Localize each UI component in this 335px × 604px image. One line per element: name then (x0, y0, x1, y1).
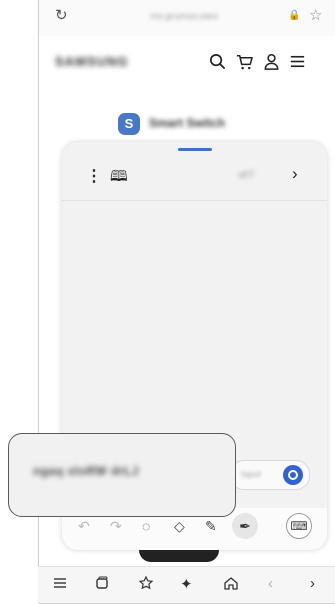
search-icon[interactable] (207, 51, 227, 71)
url-bar: ↻ mo.gnumos.eara 🔒 ☆ (39, 0, 335, 36)
redo-icon[interactable]: ↷ (110, 518, 122, 535)
smart-switch-logo: S (118, 113, 140, 135)
keyboard-icon[interactable]: ⌨ (286, 513, 312, 539)
input-hint: Iaput (241, 469, 262, 479)
smart-switch-banner[interactable]: S Smart Switch (39, 110, 335, 138)
site-header: SAMSUNG (39, 44, 335, 80)
smart-switch-label: Smart Switch (149, 116, 226, 130)
drag-handle[interactable] (178, 148, 212, 151)
notes-title: ol/T (238, 170, 255, 181)
notes-header: ⋮ 🕮 ol/T › (62, 156, 327, 201)
site-logo[interactable]: SAMSUNG (55, 54, 128, 69)
menu-icon[interactable] (52, 575, 68, 595)
lock-icon: 🔒 (288, 10, 301, 21)
user-icon[interactable] (261, 51, 281, 71)
browser-nav-bar: ✦ ‹ › (38, 566, 335, 603)
url-text[interactable]: mo.gnumos.eara (109, 11, 259, 23)
tabs-icon[interactable] (94, 575, 110, 595)
book-icon[interactable]: 🕮 (110, 166, 128, 191)
back-icon[interactable]: ‹ (268, 575, 273, 592)
star-icon[interactable]: ☆ (309, 6, 322, 24)
menu-icon[interactable] (287, 51, 307, 71)
reload-icon[interactable]: ↻ (55, 6, 68, 24)
callout-text: ngaq sloRW drLJ (33, 464, 139, 478)
more-options-icon[interactable]: ⋮ (86, 166, 102, 186)
eraser-icon[interactable]: ◇ (174, 518, 185, 535)
notes-input[interactable]: Iaput (230, 460, 310, 490)
pen-icon[interactable]: ✒ (232, 513, 258, 539)
lasso-icon[interactable]: ◌ (142, 518, 150, 534)
undo-icon[interactable]: ↶ (78, 518, 90, 535)
forward-icon[interactable]: › (310, 575, 315, 592)
highlight-callout: ngaq sloRW drLJ (8, 433, 236, 517)
sparkle-icon[interactable]: ✦ (180, 575, 193, 593)
send-icon[interactable] (283, 465, 303, 485)
page-image (139, 550, 219, 562)
home-icon[interactable] (223, 575, 239, 595)
chevron-right-icon[interactable]: › (292, 164, 298, 184)
highlighter-icon[interactable]: ✎ (205, 518, 217, 535)
bookmark-icon[interactable] (138, 575, 154, 595)
cart-icon[interactable] (234, 51, 254, 71)
